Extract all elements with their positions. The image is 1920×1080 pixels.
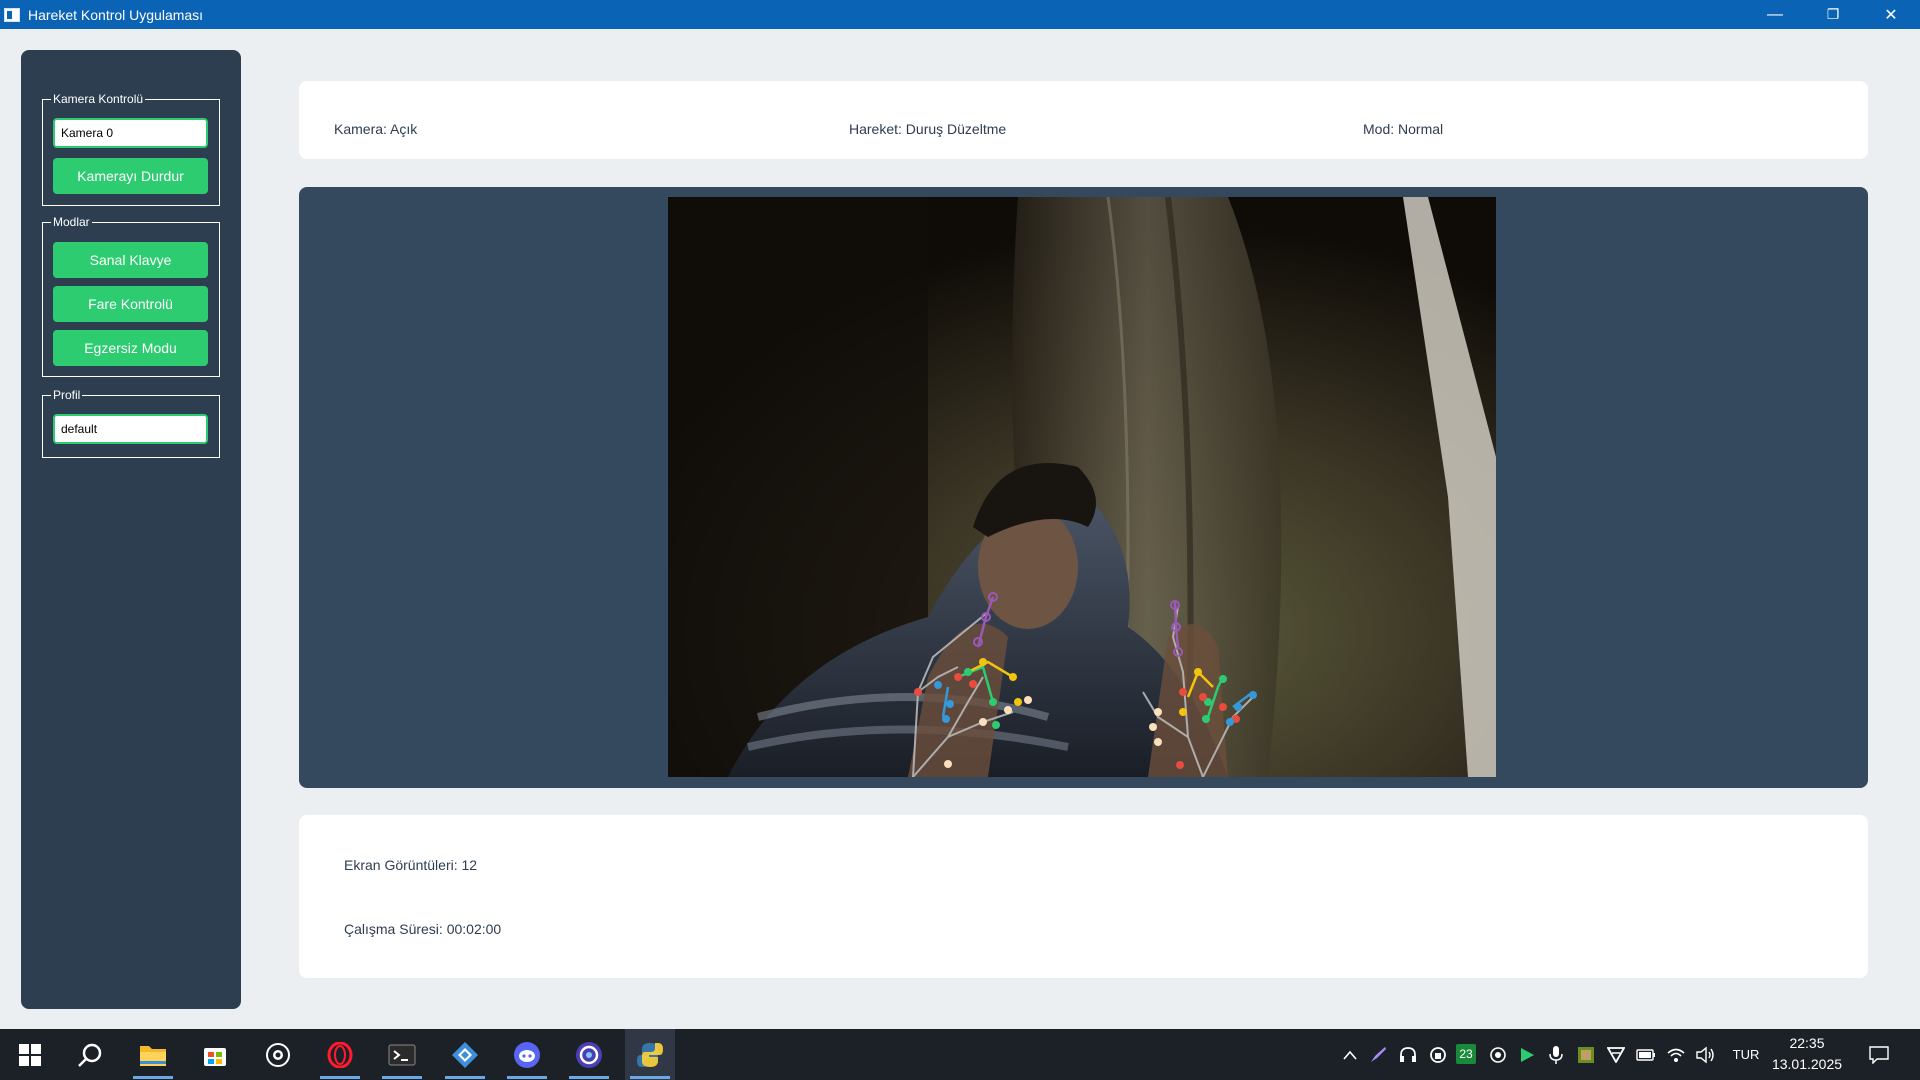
temperature-badge[interactable]: 23: [1456, 1044, 1476, 1064]
play-icon[interactable]: [1515, 1029, 1539, 1080]
virtual-keyboard-button[interactable]: Sanal Klavye: [53, 242, 208, 278]
modes-group: Modlar Sanal Klavye Fare Kontrolü Egzers…: [42, 215, 220, 377]
steam-tray-icon[interactable]: [1486, 1029, 1510, 1080]
chevron-up-icon[interactable]: [1338, 1029, 1362, 1080]
language-indicator[interactable]: TUR: [1726, 1029, 1766, 1080]
taskbar-clock[interactable]: 22:35 13.01.2025: [1767, 1033, 1847, 1075]
stop-camera-button[interactable]: Kamerayı Durdur: [53, 158, 208, 194]
terminal-icon[interactable]: [377, 1029, 427, 1080]
camera-select[interactable]: Kamera 0: [53, 118, 208, 148]
microphone-icon[interactable]: [1544, 1029, 1568, 1080]
profile-legend: Profil: [51, 388, 83, 402]
profile-group: Profil default: [42, 388, 220, 458]
minimize-button[interactable]: —: [1746, 0, 1804, 29]
window-titlebar: Hareket Kontrol Uygulaması — ❐ ✕: [0, 0, 1920, 29]
exercise-mode-button[interactable]: Egzersiz Modu: [53, 330, 208, 366]
headset-icon[interactable]: [1396, 1029, 1420, 1080]
clock-time: 22:35: [1789, 1035, 1825, 1051]
mode-status: Mod: Normal: [1363, 121, 1444, 137]
camera-feed: [668, 197, 1496, 777]
app-tray-icon[interactable]: [1574, 1029, 1598, 1080]
status-panel: Kamera: Açık Hareket: Duruş Düzeltme Mod…: [299, 81, 1868, 159]
gesture-status: Hareket: Duruş Düzeltme: [849, 121, 1007, 137]
window-title: Hareket Kontrol Uygulaması: [28, 6, 204, 23]
video-panel: [299, 187, 1868, 788]
python-icon[interactable]: [625, 1029, 675, 1080]
clock-date: 13.01.2025: [1771, 1056, 1843, 1072]
close-button[interactable]: ✕: [1862, 0, 1920, 29]
file-explorer-icon[interactable]: [128, 1029, 178, 1080]
microsoft-store-icon[interactable]: [190, 1029, 240, 1080]
sidebar: Kamera Kontrolü Kamera 0 Kamerayı Durdur…: [21, 50, 241, 1009]
camera-control-group: Kamera Kontrolü Kamera 0 Kamerayı Durdur: [42, 92, 220, 206]
camera-status: Kamera: Açık: [334, 121, 418, 137]
start-icon[interactable]: [5, 1029, 55, 1080]
restore-button[interactable]: ❐: [1804, 0, 1862, 29]
vpn-icon[interactable]: [1604, 1029, 1628, 1080]
camera-frame: [668, 197, 1496, 777]
network-tool-icon[interactable]: [440, 1029, 490, 1080]
pen-icon[interactable]: [1366, 1029, 1390, 1080]
battery-icon[interactable]: [1634, 1029, 1658, 1080]
wifi-icon[interactable]: [1664, 1029, 1688, 1080]
runtime-label: Çalışma Süresi: 00:02:00: [344, 921, 502, 937]
volume-icon[interactable]: [1694, 1029, 1718, 1080]
steam-icon[interactable]: [253, 1029, 303, 1080]
discord-icon[interactable]: [502, 1029, 552, 1080]
stats-panel: Ekran Görüntüleri: 12 Çalışma Süresi: 00…: [299, 815, 1868, 978]
headphone-status-icon[interactable]: [1426, 1029, 1450, 1080]
app-window-icon: [4, 7, 20, 22]
taskbar: 23 TUR 22:35 13.01.2025: [0, 1029, 1920, 1080]
modes-legend: Modlar: [51, 215, 92, 229]
search-icon[interactable]: [65, 1029, 115, 1080]
notification-icon[interactable]: [1864, 1029, 1894, 1080]
mouse-control-button[interactable]: Fare Kontrolü: [53, 286, 208, 322]
camera-control-legend: Kamera Kontrolü: [51, 92, 146, 106]
app-body: Kamera Kontrolü Kamera 0 Kamerayı Durdur…: [0, 29, 1920, 1029]
opera-icon[interactable]: [315, 1029, 365, 1080]
screenshot-count: Ekran Görüntüleri: 12: [344, 857, 478, 873]
browser-icon[interactable]: [564, 1029, 614, 1080]
profile-input[interactable]: default: [53, 414, 208, 444]
